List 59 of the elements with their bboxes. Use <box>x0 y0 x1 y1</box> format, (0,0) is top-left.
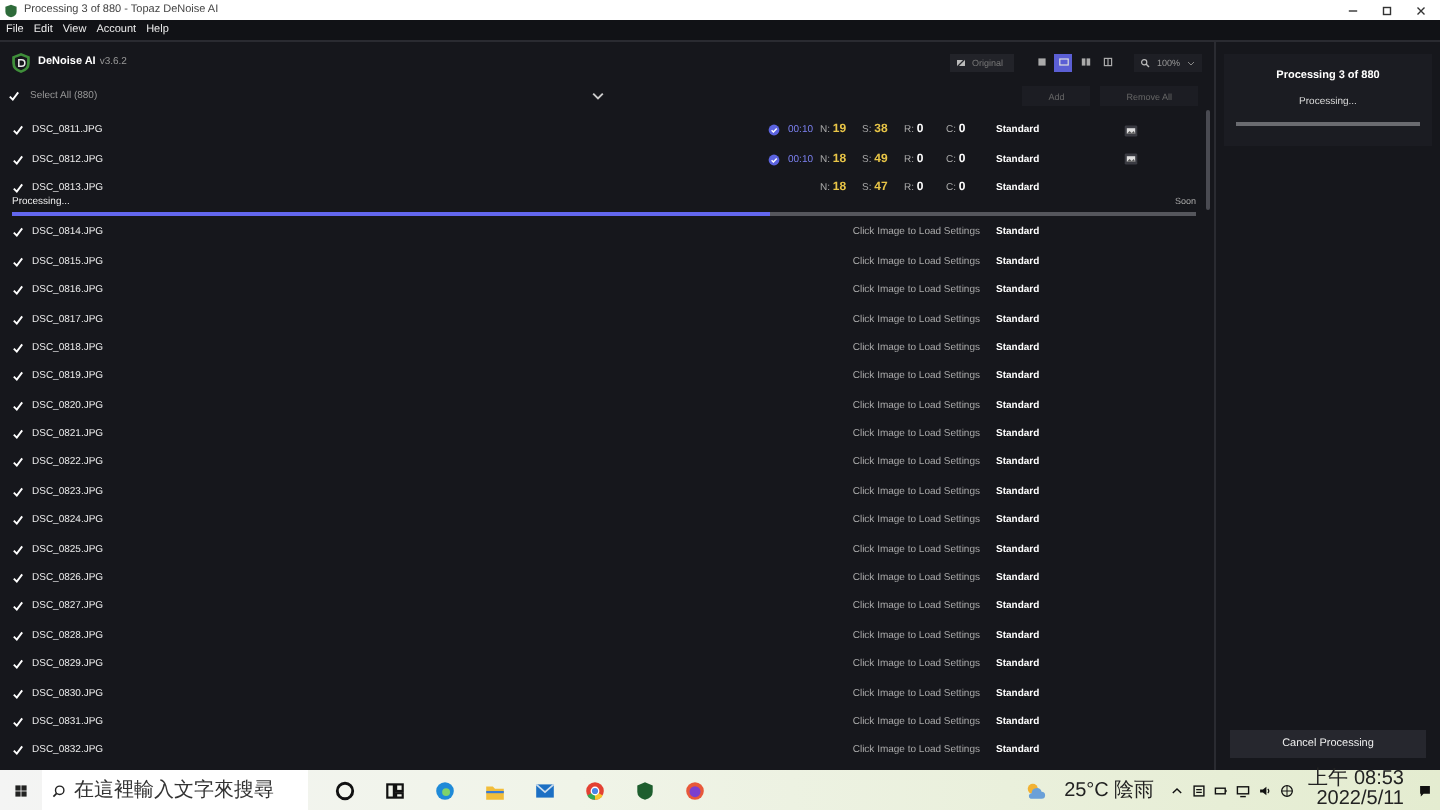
checkbox[interactable] <box>12 313 24 326</box>
checkbox[interactable] <box>12 543 24 556</box>
checkbox[interactable] <box>12 341 24 354</box>
checkbox[interactable] <box>12 399 24 412</box>
checkbox[interactable] <box>12 153 24 166</box>
checkbox[interactable] <box>8 90 20 102</box>
speaker-icon[interactable] <box>1258 783 1273 797</box>
checkbox[interactable] <box>12 255 24 268</box>
shield-icon <box>4 3 18 17</box>
shield-icon[interactable] <box>634 779 656 801</box>
chrome-icon[interactable] <box>584 779 606 801</box>
zoom-icon <box>1140 57 1151 67</box>
search-field[interactable]: 在這裡輸入文字來搜尋 <box>42 770 308 810</box>
clock[interactable]: 上午 08:53 2022/5/11 <box>1308 770 1404 810</box>
checkbox[interactable] <box>12 744 24 757</box>
checkbox[interactable] <box>12 124 24 137</box>
checkbox[interactable] <box>12 600 24 613</box>
cortana-icon[interactable] <box>334 779 356 801</box>
checkbox[interactable] <box>12 284 24 297</box>
checkbox[interactable] <box>12 572 24 585</box>
checkbox[interactable] <box>12 226 24 239</box>
view-mode-button[interactable] <box>1054 53 1073 71</box>
checkbox[interactable] <box>12 370 24 383</box>
start-icon[interactable] <box>14 783 28 797</box>
browser-icon[interactable] <box>434 779 456 801</box>
battery-icon[interactable] <box>1214 783 1229 797</box>
maximize-icon[interactable] <box>1380 3 1394 17</box>
view-mode-button[interactable] <box>1098 53 1117 71</box>
checkbox[interactable] <box>12 687 24 700</box>
checkbox[interactable] <box>12 485 24 498</box>
check-circle-icon <box>768 124 780 137</box>
task-view-icon[interactable] <box>384 779 406 801</box>
close-icon[interactable] <box>1414 3 1428 17</box>
check-circle-icon <box>768 153 780 166</box>
chevron-up-icon[interactable] <box>1170 783 1185 797</box>
logo-icon <box>10 51 32 73</box>
scrollbar[interactable] <box>1206 110 1210 210</box>
view-mode-button[interactable] <box>1032 53 1051 71</box>
tray-app-icon[interactable] <box>1192 783 1207 797</box>
checkbox[interactable] <box>12 629 24 642</box>
checkbox[interactable] <box>12 658 24 671</box>
image-icon[interactable] <box>1124 123 1138 138</box>
firefox-icon[interactable] <box>684 779 706 801</box>
image-icon[interactable] <box>1124 152 1138 167</box>
checkbox[interactable] <box>12 181 24 194</box>
mail-icon[interactable] <box>534 779 556 801</box>
layout-icon <box>1101 56 1114 68</box>
search-icon <box>52 783 66 797</box>
network-icon[interactable] <box>1236 783 1251 797</box>
checkbox[interactable] <box>12 716 24 728</box>
notification-icon[interactable] <box>1418 783 1432 797</box>
image-off-icon <box>955 57 966 67</box>
view-mode-button[interactable] <box>1076 53 1095 71</box>
language-icon[interactable] <box>1280 783 1295 797</box>
checkbox[interactable] <box>12 428 24 441</box>
checkbox[interactable] <box>12 514 24 527</box>
chevron-down-icon[interactable] <box>590 88 606 104</box>
checkbox[interactable] <box>12 456 24 469</box>
weather-text[interactable]: 25°C 陰雨 <box>1064 776 1155 804</box>
